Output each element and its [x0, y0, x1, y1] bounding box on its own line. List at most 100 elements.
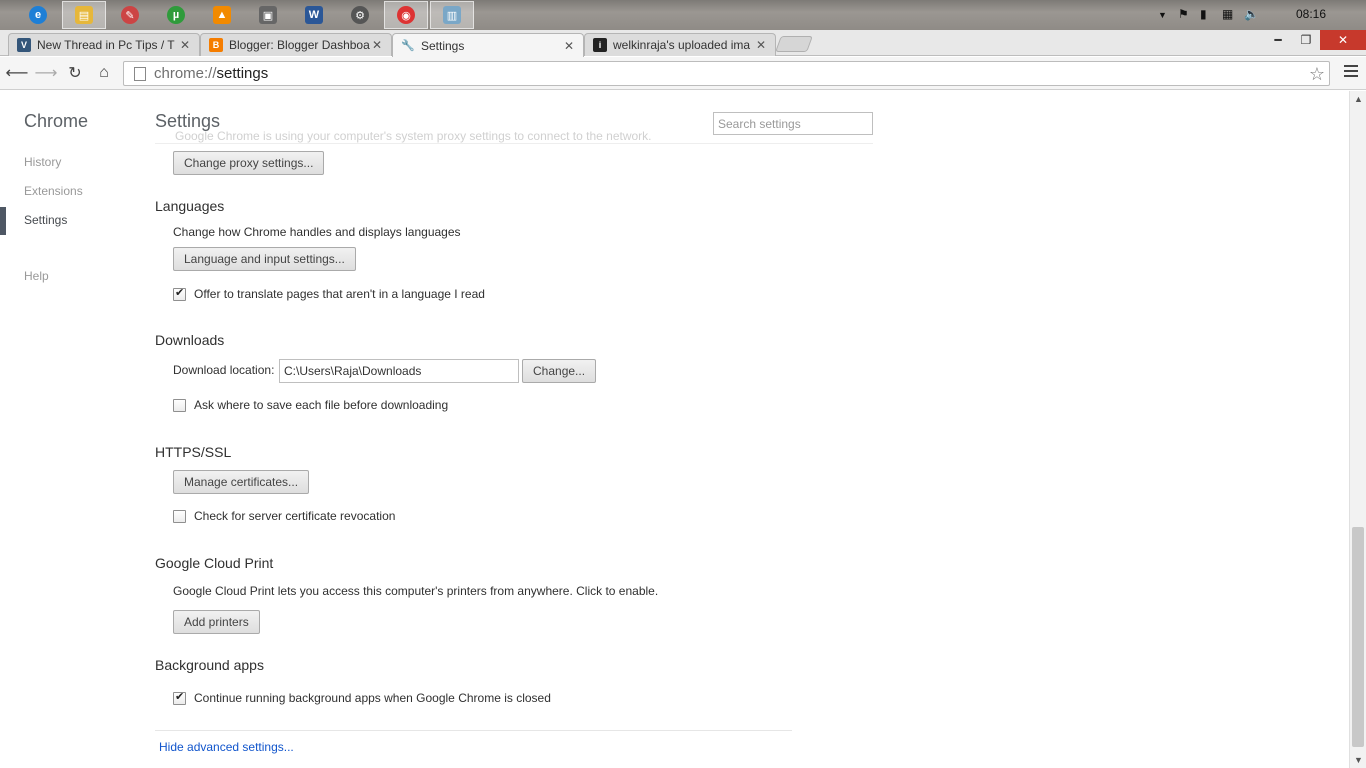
close-tab-icon[interactable]: ✕ — [179, 38, 191, 52]
tab-blogger[interactable]: B Blogger: Blogger Dashboa ✕ — [200, 33, 392, 56]
side-navigation: Chrome History Extensions Settings Help — [0, 91, 140, 768]
ask-save-checkbox[interactable] — [173, 398, 186, 412]
tab-title: New Thread in Pc Tips / T — [37, 38, 175, 52]
chrome-menu-icon[interactable] — [1344, 65, 1358, 79]
translate-pages-option[interactable]: Offer to translate pages that aren't in … — [173, 286, 485, 301]
nav-item-history[interactable]: History — [24, 155, 61, 169]
taskbar-internet-explorer[interactable]: e — [16, 1, 60, 29]
tray-overflow-chevron-icon[interactable]: ▼ — [1158, 10, 1167, 20]
tab-pc-tips[interactable]: V New Thread in Pc Tips / T ✕ — [8, 33, 200, 56]
vlc-icon: ▲ — [213, 6, 231, 24]
page-icon — [134, 66, 146, 81]
wrench-favicon-icon: 🔧 — [401, 40, 415, 52]
new-tab-button[interactable] — [775, 36, 813, 52]
add-printers-button[interactable]: Add printers — [173, 610, 260, 634]
word-icon: W — [305, 6, 323, 24]
revocation-label: Check for server certificate revocation — [194, 509, 396, 523]
blogger-favicon-icon: B — [209, 38, 223, 52]
section-title-languages: Languages — [155, 198, 225, 214]
settings-header: Google Chrome is using your computer's s… — [155, 91, 873, 144]
settings-gear-icon: ⚙ — [351, 6, 369, 24]
restore-icon[interactable]: ❐ — [1292, 30, 1320, 50]
taskbar-notepad[interactable]: ▥ — [430, 1, 474, 29]
language-input-settings-button[interactable]: Language and input settings... — [173, 247, 356, 271]
tab-strip: V New Thread in Pc Tips / T ✕ B Blogger:… — [0, 30, 1366, 57]
volume-icon[interactable]: 🔈 — [1244, 7, 1259, 21]
tab-title: Settings — [421, 38, 465, 53]
taskbar-settings[interactable]: ⚙ — [338, 1, 382, 29]
proxy-description-faded: Google Chrome is using your computer's s… — [175, 129, 652, 143]
vertical-scrollbar[interactable]: ▲ ▼ — [1349, 91, 1366, 768]
ask-where-to-save-option[interactable]: Ask where to save each file before downl… — [173, 398, 448, 412]
taskbar-chrome[interactable]: ◉ — [384, 1, 428, 29]
selected-nav-marker — [0, 207, 6, 235]
ask-save-label: Ask where to save each file before downl… — [194, 398, 449, 412]
manage-certificates-button[interactable]: Manage certificates... — [173, 470, 310, 494]
forward-arrow-icon[interactable]: ⟶ — [34, 62, 58, 84]
windows-taskbar: e ▤ ✎ µ ▲ ▣ W ⚙ ◉ ▥ ▼ ⚑ ▮ ▦ 🔈 08:16 — [0, 0, 1366, 30]
media-icon: ▣ — [259, 6, 277, 24]
scroll-up-arrow-icon[interactable]: ▲ — [1354, 94, 1363, 104]
notepad-icon: ▥ — [443, 6, 461, 24]
background-apps-label: Continue running background apps when Go… — [194, 691, 551, 705]
languages-description: Change how Chrome handles and displays l… — [173, 225, 461, 239]
background-apps-option[interactable]: Continue running background apps when Go… — [173, 690, 551, 705]
url-host: settings — [216, 65, 269, 82]
change-proxy-settings-button[interactable]: Change proxy settings... — [173, 151, 325, 175]
section-title-cloud-print: Google Cloud Print — [155, 555, 274, 571]
action-center-flag-icon[interactable]: ⚑ — [1178, 7, 1189, 21]
page-title: Settings — [155, 111, 221, 131]
bookmark-star-icon[interactable]: ☆ — [1309, 64, 1325, 85]
scrollbar-thumb[interactable] — [1352, 527, 1364, 747]
file-explorer-icon: ▤ — [75, 6, 93, 24]
internet-explorer-icon: e — [29, 6, 47, 24]
url-scheme: chrome:// — [154, 65, 217, 82]
taskbar-paint[interactable]: ✎ — [108, 1, 152, 29]
download-location-field[interactable] — [279, 359, 519, 383]
nav-item-settings[interactable]: Settings — [24, 213, 67, 227]
nav-item-help[interactable]: Help — [24, 269, 49, 283]
change-download-location-button[interactable]: Change... — [522, 359, 597, 383]
translate-label: Offer to translate pages that aren't in … — [194, 287, 485, 301]
reload-icon[interactable]: ↻ — [63, 62, 87, 84]
close-window-icon[interactable]: ✕ — [1320, 30, 1366, 50]
taskbar-vlc[interactable]: ▲ — [200, 1, 244, 29]
network-icon[interactable]: ▦ — [1222, 7, 1233, 21]
home-icon[interactable]: ⌂ — [92, 62, 116, 84]
translate-checkbox[interactable] — [173, 286, 186, 301]
nav-item-extensions[interactable]: Extensions — [24, 184, 83, 198]
power-icon[interactable]: ▮ — [1200, 7, 1207, 21]
minimize-icon[interactable]: ━ — [1264, 30, 1292, 50]
system-tray: ▼ ⚑ ▮ ▦ 🔈 — [1146, 0, 1366, 30]
tab-title: welkinraja's uploaded ima — [613, 38, 751, 52]
revocation-checkbox[interactable] — [173, 509, 186, 523]
tab-title: Blogger: Blogger Dashboa — [229, 38, 370, 52]
tab-welkinraja[interactable]: i welkinraja's uploaded ima ✕ — [584, 33, 776, 56]
utorrent-icon: µ — [167, 6, 185, 24]
taskbar-utorrent[interactable]: µ — [154, 1, 198, 29]
clock[interactable]: 08:16 — [1296, 7, 1326, 21]
search-settings-input[interactable] — [713, 112, 873, 135]
close-tab-icon[interactable]: ✕ — [371, 38, 383, 52]
address-bar[interactable]: chrome://settings ☆ — [123, 61, 1330, 86]
taskbar-word[interactable]: W — [292, 1, 336, 29]
vbulletin-favicon-icon: V — [17, 38, 31, 52]
tab-settings[interactable]: 🔧 Settings ✕ — [392, 33, 584, 57]
close-tab-icon[interactable]: ✕ — [563, 39, 575, 53]
section-title-background-apps: Background apps — [155, 657, 264, 673]
close-tab-icon[interactable]: ✕ — [755, 38, 767, 52]
chrome-icon: ◉ — [397, 6, 415, 24]
certificate-revocation-option[interactable]: Check for server certificate revocation — [173, 509, 395, 523]
download-location-label: Download location: — [173, 363, 275, 377]
cloud-print-description: Google Cloud Print lets you access this … — [173, 584, 659, 598]
taskbar-media[interactable]: ▣ — [246, 1, 290, 29]
taskbar-file-explorer[interactable]: ▤ — [62, 1, 106, 29]
background-apps-checkbox[interactable] — [173, 690, 186, 705]
hide-advanced-settings-link[interactable]: Hide advanced settings... — [159, 740, 294, 754]
paint-icon: ✎ — [121, 6, 139, 24]
scroll-down-arrow-icon[interactable]: ▼ — [1354, 755, 1363, 765]
section-title-downloads: Downloads — [155, 332, 225, 348]
browser-toolbar: ⟵ ⟶ ↻ ⌂ chrome://settings ☆ — [0, 57, 1366, 90]
back-arrow-icon[interactable]: ⟵ — [5, 62, 29, 84]
window-controls: ━ ❐ ✕ — [1264, 30, 1366, 50]
